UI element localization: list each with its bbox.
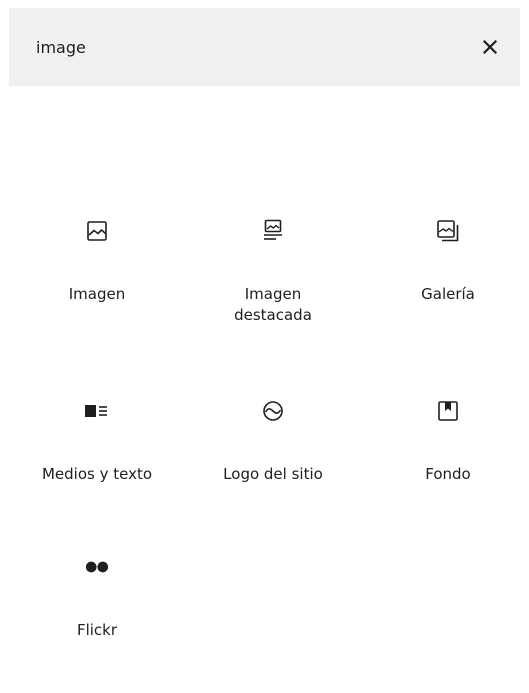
block-label: Medios y texto: [41, 465, 153, 483]
media-text-icon: [83, 397, 111, 425]
block-inserter-panel: Imagen Imagen destacada Galería: [0, 0, 529, 693]
block-item-flickr[interactable]: Flickr: [17, 553, 177, 641]
block-item-site-logo[interactable]: Logo del sitio: [193, 397, 353, 485]
search-bar: [9, 8, 520, 86]
featured-image-icon: [259, 217, 287, 245]
close-icon: [482, 39, 498, 55]
block-label: Imagen destacada: [234, 285, 312, 324]
site-logo-icon: [259, 397, 287, 425]
block-label: Flickr: [76, 621, 118, 639]
block-label: Imagen: [68, 285, 126, 303]
image-icon: [83, 217, 111, 245]
search-input[interactable]: [9, 8, 469, 86]
gallery-icon: [434, 217, 462, 245]
cover-icon: [434, 397, 462, 425]
block-item-media-text[interactable]: Medios y texto: [17, 397, 177, 485]
block-label: Logo del sitio: [223, 465, 323, 483]
block-item-featured-image[interactable]: Imagen destacada: [193, 217, 353, 326]
block-item-gallery[interactable]: Galería: [368, 217, 528, 305]
block-label: Fondo: [425, 465, 471, 483]
block-item-cover[interactable]: Fondo: [368, 397, 528, 485]
block-item-image[interactable]: Imagen: [17, 217, 177, 305]
flickr-icon: [83, 553, 111, 581]
block-label: Galería: [421, 285, 475, 303]
clear-search-button[interactable]: [470, 27, 510, 67]
